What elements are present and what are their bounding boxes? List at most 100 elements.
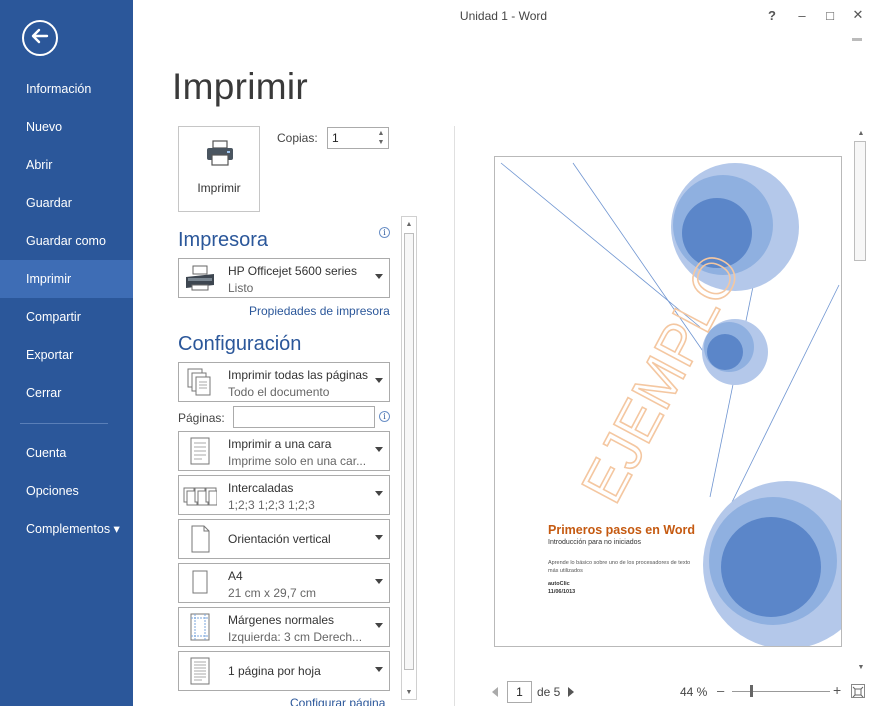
sidebar-item-guardar-como[interactable]: Guardar como xyxy=(0,222,133,260)
paper-size-dropdown[interactable]: A4 21 cm x 29,7 cm xyxy=(178,563,390,603)
sidebar-item-imprimir[interactable]: Imprimir xyxy=(0,260,133,298)
page-count-text: de 5 xyxy=(537,685,561,699)
print-preview-page: EJEMPLO Primeros pasos en Word Introducc… xyxy=(494,156,842,647)
word-print-backstage: Información Nuevo Abrir Guardar Guardar … xyxy=(0,0,874,706)
next-page-icon[interactable] xyxy=(568,687,574,697)
sidebar-item-guardar[interactable]: Guardar xyxy=(0,184,133,222)
paper-size-subtitle: 21 cm x 29,7 cm xyxy=(228,586,317,600)
settings-scrollbar[interactable]: ▲ ▼ xyxy=(401,216,417,700)
preview-scroll-up-icon[interactable]: ▲ xyxy=(854,126,868,140)
collated-icon xyxy=(183,480,218,510)
copies-down-arrow-icon[interactable]: ▼ xyxy=(376,138,386,147)
zoom-level[interactable]: 44 % xyxy=(680,685,707,699)
chevron-down-icon xyxy=(375,491,383,496)
pages-info-icon[interactable]: i xyxy=(379,411,390,422)
chevron-down-icon xyxy=(375,667,383,672)
preview-scroll-down-icon[interactable]: ▼ xyxy=(854,660,868,674)
close-button[interactable]: ✕ xyxy=(845,4,871,26)
account-strip xyxy=(852,38,862,41)
sidebar-item-compartir[interactable]: Compartir xyxy=(0,298,133,336)
margins-subtitle: Izquierda: 3 cm Derech... xyxy=(228,630,363,644)
sides-dropdown[interactable]: Imprimir a una cara Imprime solo en una … xyxy=(178,431,390,471)
printer-name: HP Officejet 5600 series xyxy=(228,264,357,278)
chevron-down-icon xyxy=(375,623,383,628)
zoom-slider[interactable] xyxy=(732,691,830,692)
orientation-title: Orientación vertical xyxy=(228,532,331,546)
pages-per-sheet-icon xyxy=(183,656,217,686)
copies-stepper[interactable]: 1 ▲ ▼ xyxy=(327,127,389,149)
copies-value[interactable]: 1 xyxy=(332,131,339,145)
sides-subtitle: Imprime solo en una car... xyxy=(228,454,367,468)
sidebar-item-complementos[interactable]: Complementos ▾ xyxy=(0,510,133,548)
portrait-icon xyxy=(183,524,217,554)
pages-label: Páginas: xyxy=(178,411,225,425)
doc-title: Primeros pasos en Word xyxy=(548,523,696,537)
print-button-label: Imprimir xyxy=(197,181,241,195)
sidebar-item-exportar[interactable]: Exportar xyxy=(0,336,133,374)
paper-size-icon xyxy=(183,568,217,598)
sidebar-item-cerrar[interactable]: Cerrar xyxy=(0,374,133,412)
scroll-down-arrow-icon[interactable]: ▼ xyxy=(402,685,416,699)
sidebar-item-nuevo[interactable]: Nuevo xyxy=(0,108,133,146)
minimize-button[interactable]: – xyxy=(789,4,815,26)
copies-up-arrow-icon[interactable]: ▲ xyxy=(376,129,386,138)
sides-title: Imprimir a una cara xyxy=(228,437,332,451)
previous-page-icon[interactable] xyxy=(492,687,498,697)
margins-title: Márgenes normales xyxy=(228,613,335,627)
page-title: Imprimir xyxy=(172,66,308,107)
margins-icon xyxy=(183,612,217,642)
chevron-down-icon xyxy=(375,378,383,383)
printer-icon xyxy=(205,139,235,172)
title-bar: Unidad 1 - Word ? – □ ✕ xyxy=(133,0,874,32)
one-side-icon xyxy=(183,436,217,466)
print-range-title: Imprimir todas las páginas xyxy=(228,368,369,382)
paper-size-title: A4 xyxy=(228,569,243,583)
scroll-up-arrow-icon[interactable]: ▲ xyxy=(402,217,416,231)
printer-device-icon xyxy=(183,263,217,293)
doc-author: autoClic xyxy=(548,581,570,587)
chevron-down-icon xyxy=(375,579,383,584)
printer-properties-link[interactable]: Propiedades de impresora xyxy=(249,304,390,318)
back-button[interactable] xyxy=(22,20,58,56)
pages-input[interactable] xyxy=(233,406,375,428)
help-button[interactable]: ? xyxy=(759,4,785,26)
settings-scroll-thumb[interactable] xyxy=(404,233,414,670)
print-range-subtitle: Todo el documento xyxy=(228,385,330,399)
chevron-down-icon xyxy=(375,274,383,279)
print-button[interactable]: Imprimir xyxy=(178,126,260,212)
sidebar-item-abrir[interactable]: Abrir xyxy=(0,146,133,184)
back-arrow-icon xyxy=(29,25,51,52)
sidebar-item-cuenta[interactable]: Cuenta xyxy=(0,434,133,472)
margins-dropdown[interactable]: Márgenes normales Izquierda: 3 cm Derech… xyxy=(178,607,390,647)
orientation-dropdown[interactable]: Orientación vertical xyxy=(178,519,390,559)
printer-dropdown[interactable]: HP Officejet 5600 series Listo xyxy=(178,258,390,298)
pane-divider xyxy=(454,126,455,706)
printer-status: Listo xyxy=(228,281,254,295)
print-range-dropdown[interactable]: Imprimir todas las páginas Todo el docum… xyxy=(178,362,390,402)
zoom-slider-thumb[interactable] xyxy=(750,685,753,697)
doc-body: Aprende lo básico sobre uno de los proce… xyxy=(548,560,691,574)
preview-scrollbar[interactable]: ▲ ▼ xyxy=(852,126,868,674)
zoom-in-icon[interactable]: + xyxy=(833,682,841,698)
collation-title: Intercaladas xyxy=(228,481,294,495)
pages-icon xyxy=(183,367,217,397)
zoom-out-icon[interactable]: – xyxy=(717,683,724,698)
maximize-button[interactable]: □ xyxy=(817,4,843,26)
chevron-down-icon xyxy=(375,447,383,452)
chevron-down-icon xyxy=(375,535,383,540)
fit-page-icon[interactable] xyxy=(851,684,865,698)
preview-scroll-thumb[interactable] xyxy=(854,141,866,261)
pages-per-sheet-title: 1 página por hoja xyxy=(228,664,321,678)
page-setup-link[interactable]: Configurar página xyxy=(290,696,385,706)
doc-subtitle: Introducción para no iniciados xyxy=(548,539,642,546)
printer-info-icon[interactable]: i xyxy=(379,227,390,238)
sidebar-item-opciones[interactable]: Opciones xyxy=(0,472,133,510)
sidebar-separator xyxy=(20,423,108,424)
settings-section-title: Configuración xyxy=(178,333,302,355)
current-page-input[interactable]: 1 xyxy=(507,681,532,703)
doc-date: 11/06/1013 xyxy=(548,589,576,595)
collation-dropdown[interactable]: Intercaladas 1;2;3 1;2;3 1;2;3 xyxy=(178,475,390,515)
pages-per-sheet-dropdown[interactable]: 1 página por hoja xyxy=(178,651,390,691)
copies-label: Copias: xyxy=(277,131,318,145)
sidebar-item-informacion[interactable]: Información xyxy=(0,70,133,108)
